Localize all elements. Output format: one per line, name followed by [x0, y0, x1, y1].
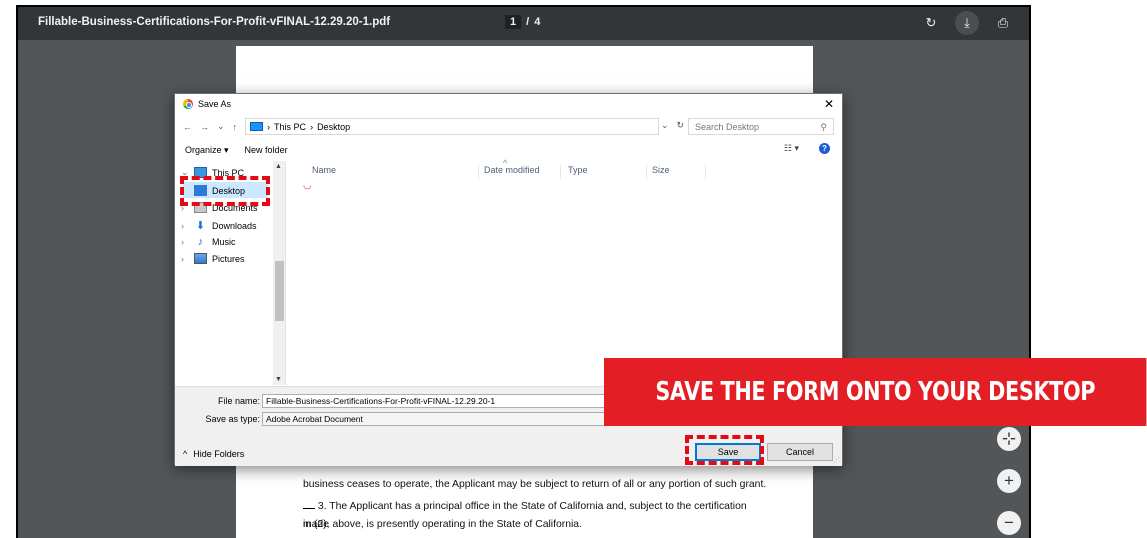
- recent-dropdown-icon[interactable]: ⌄: [217, 121, 225, 132]
- help-icon[interactable]: ?: [819, 143, 830, 154]
- pdf-line: business ceases to operate, the Applican…: [303, 479, 767, 490]
- pc-icon: [250, 122, 264, 131]
- zoom-controls: ⊹ + −: [997, 427, 1021, 535]
- pictures-icon: [194, 253, 207, 264]
- pdf-line: in (2), above, is presently operating in…: [303, 519, 582, 530]
- column-header-date[interactable]: Date modified: [484, 165, 540, 175]
- organize-button[interactable]: Organize ▾: [185, 145, 229, 156]
- chrome-icon: [183, 99, 193, 109]
- address-bar[interactable]: › This PC › Desktop: [245, 118, 660, 135]
- address-dropdown-icon[interactable]: ⌄: [661, 120, 669, 131]
- nav-item-music[interactable]: › ♪ Music: [181, 236, 236, 248]
- pdf-filename: Fillable-Business-Certifications-For-Pro…: [38, 16, 391, 28]
- zoom-in-icon[interactable]: +: [997, 469, 1021, 493]
- instruction-banner: SAVE THE FORM ONTO YOUR DESKTOP: [604, 358, 1147, 426]
- up-icon[interactable]: ↑: [233, 122, 238, 132]
- chevron-right-icon[interactable]: ›: [181, 221, 189, 231]
- zoom-out-icon[interactable]: −: [997, 511, 1021, 535]
- search-icon: ⚲: [820, 122, 827, 132]
- column-header-type[interactable]: Type: [568, 165, 588, 175]
- search-input[interactable]: Search Desktop ⚲: [688, 118, 834, 135]
- search-placeholder: Search Desktop: [695, 122, 760, 132]
- desktop-highlight-annotation: [180, 176, 270, 206]
- page-indicator: 1 / 4: [505, 15, 540, 29]
- checkbox-blank[interactable]: [303, 508, 315, 509]
- viewer-toolbar: Fillable-Business-Certifications-For-Pro…: [18, 7, 1029, 40]
- nav-item-pictures[interactable]: › Pictures: [181, 253, 245, 264]
- chevron-right-icon[interactable]: ›: [181, 254, 189, 264]
- column-divider[interactable]: [560, 165, 561, 179]
- page-number-input[interactable]: 1: [505, 15, 522, 29]
- scroll-down-icon[interactable]: ▼: [275, 376, 282, 383]
- nav-scrollbar[interactable]: ▲ ▼: [273, 161, 285, 385]
- column-divider[interactable]: [646, 165, 647, 179]
- resize-grip-icon[interactable]: ⋰: [833, 456, 840, 464]
- chevron-right-icon: ›: [310, 121, 314, 132]
- loading-spinner-icon: ◡: [303, 180, 312, 191]
- address-row: ← → ⌄ ↑ › This PC › Desktop: [183, 118, 660, 135]
- hide-folders-toggle[interactable]: ^ Hide Folders: [183, 449, 244, 459]
- breadcrumb-this-pc[interactable]: This PC: [274, 122, 306, 132]
- download-arrow-icon: ⬇: [195, 220, 206, 232]
- scroll-thumb[interactable]: [275, 261, 284, 321]
- close-icon[interactable]: ✕: [824, 97, 834, 111]
- forward-icon[interactable]: →: [200, 122, 209, 132]
- column-header-name[interactable]: Name: [312, 165, 336, 175]
- fit-page-icon[interactable]: ⊹: [997, 427, 1021, 451]
- dialog-title: Save As: [198, 99, 232, 109]
- refresh-icon[interactable]: ↻: [677, 120, 685, 131]
- music-note-icon: ♪: [197, 236, 204, 248]
- view-controls: ☷ ▾ ?: [784, 143, 830, 154]
- chevron-right-icon: ›: [267, 121, 271, 132]
- cancel-button[interactable]: Cancel: [767, 443, 833, 461]
- scroll-up-icon[interactable]: ▲: [275, 163, 282, 170]
- file-name-label: File name:: [217, 396, 260, 406]
- file-list-header: ^ Name Date modified Type Size: [298, 158, 718, 179]
- download-icon[interactable]: ⤓: [955, 11, 979, 35]
- dialog-toolbar: Organize ▾ New folder: [175, 140, 842, 160]
- print-icon[interactable]: ⎙: [991, 11, 1015, 35]
- chevron-right-icon[interactable]: ›: [181, 237, 189, 247]
- page-total: 4: [534, 16, 541, 28]
- breadcrumb-desktop[interactable]: Desktop: [317, 122, 350, 132]
- nav-item-downloads[interactable]: › ⬇ Downloads: [181, 219, 257, 232]
- column-divider[interactable]: [705, 165, 706, 179]
- save-type-label: Save as type:: [205, 414, 260, 424]
- chevron-up-icon: ^: [183, 449, 188, 459]
- address-actions: ⌄ ↻: [661, 120, 684, 131]
- column-divider[interactable]: [478, 165, 479, 179]
- viewer-actions: ↻ ⤓ ⎙: [919, 11, 1015, 35]
- column-header-size[interactable]: Size: [652, 165, 670, 175]
- back-icon[interactable]: ←: [183, 122, 192, 132]
- dialog-titlebar: Save As: [183, 99, 231, 109]
- page-separator: /: [526, 16, 530, 28]
- save-highlight-annotation: [685, 435, 764, 465]
- new-folder-button[interactable]: New folder: [245, 145, 288, 155]
- view-options-icon[interactable]: ☷ ▾: [784, 143, 799, 154]
- rotate-icon[interactable]: ↻: [919, 11, 943, 35]
